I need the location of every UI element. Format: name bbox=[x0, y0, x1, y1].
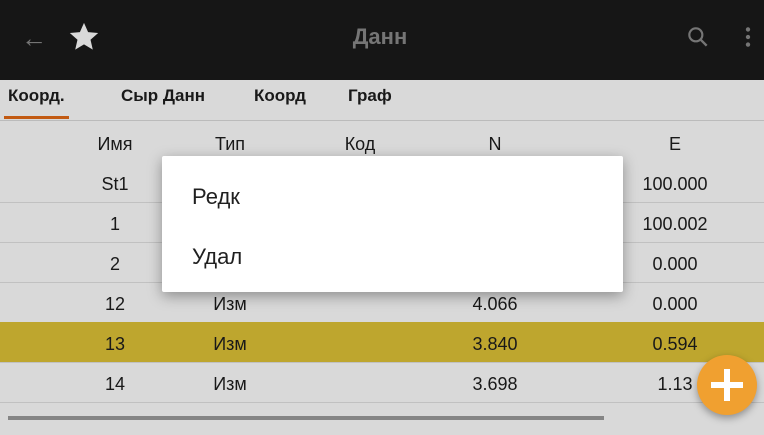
menu-item-edit[interactable]: Редк bbox=[162, 170, 623, 224]
context-menu-dialog: Редк Удал bbox=[162, 156, 623, 292]
add-fab-button[interactable] bbox=[697, 355, 757, 415]
plus-icon bbox=[711, 369, 743, 401]
menu-item-delete[interactable]: Удал bbox=[162, 230, 623, 284]
